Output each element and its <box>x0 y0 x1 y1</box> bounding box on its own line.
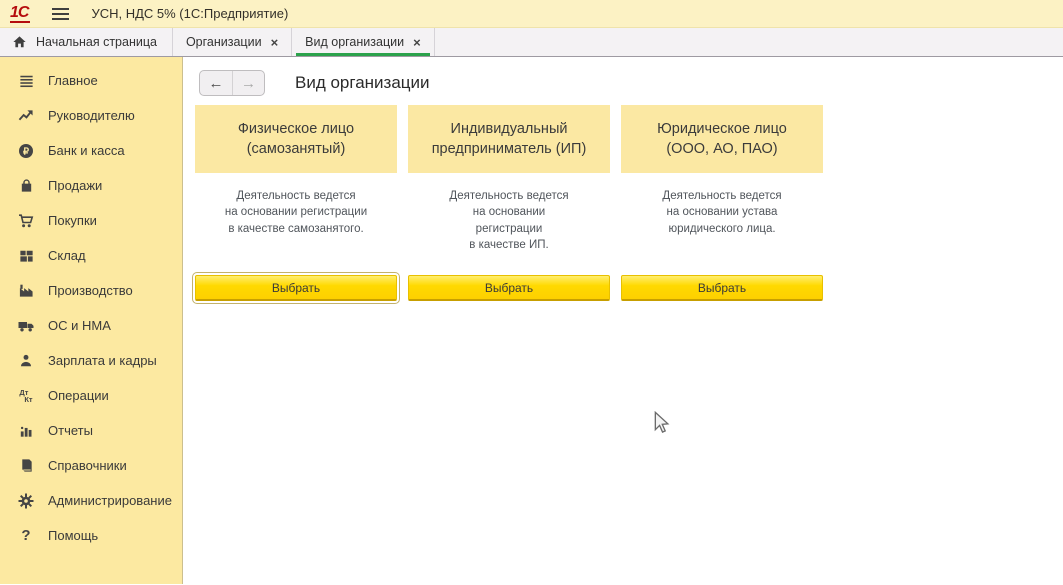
select-button-individualny-predprinimatel[interactable]: Выбрать <box>408 275 610 301</box>
card-description: Деятельность ведется на основании устава… <box>621 188 823 237</box>
tab-bar: Начальная страница Организации × Вид орг… <box>0 28 1063 57</box>
question-icon: ? <box>16 527 36 545</box>
sidebar-item-glavnoe[interactable]: Главное <box>0 63 182 98</box>
sidebar-item-label: Отчеты <box>48 423 93 438</box>
sidebar-item-label: Администрирование <box>48 493 172 508</box>
sidebar: Главное Руководителю ₽ Банк и касса Прод… <box>0 57 183 584</box>
debit-credit-icon: ДтКт <box>16 387 36 405</box>
tab-organizatsii[interactable]: Организации × <box>173 28 292 56</box>
sidebar-item-label: Операции <box>48 388 109 403</box>
forward-button[interactable]: → <box>232 71 264 95</box>
sidebar-item-label: ОС и НМА <box>48 318 111 333</box>
book-icon <box>16 457 36 475</box>
home-tab-label: Начальная страница <box>36 35 157 49</box>
title-bar: 1С УСН, НДС 5% (1С:Предприятие) <box>0 0 1063 28</box>
tab-label: Вид организации <box>305 35 404 49</box>
main-menu-icon[interactable] <box>52 8 69 20</box>
sidebar-item-label: Склад <box>48 248 86 263</box>
sidebar-item-label: Продажи <box>48 178 102 193</box>
tab-close-icon[interactable]: × <box>271 36 279 49</box>
back-button[interactable]: ← <box>200 71 232 95</box>
content-area: ← → Вид организации Физическое лицо (сам… <box>183 57 1063 584</box>
card-header: Физическое лицо (самозанятый) <box>195 105 397 173</box>
home-tab[interactable]: Начальная страница <box>0 28 173 56</box>
card-header: Индивидуальный предприниматель (ИП) <box>408 105 610 173</box>
card-description: Деятельность ведется на основании регист… <box>408 188 610 253</box>
card-header: Юридическое лицо (ООО, АО, ПАО) <box>621 105 823 173</box>
tab-label: Организации <box>186 35 262 49</box>
shopping-bag-icon <box>16 177 36 195</box>
sidebar-item-operatsii[interactable]: ДтКт Операции <box>0 378 182 413</box>
card-description: Деятельность ведется на основании регист… <box>195 188 397 237</box>
person-icon <box>16 352 36 370</box>
select-button-yuridicheskoe-litso[interactable]: Выбрать <box>621 275 823 301</box>
sidebar-item-proizvodstvo[interactable]: Производство <box>0 273 182 308</box>
home-icon <box>12 35 27 49</box>
sidebar-item-label: Банк и касса <box>48 143 125 158</box>
truck-icon <box>16 317 36 335</box>
sidebar-item-label: Главное <box>48 73 98 88</box>
card-fizicheskoe-litso: Физическое лицо (самозанятый) Деятельнос… <box>195 105 397 301</box>
tab-close-icon[interactable]: × <box>413 36 421 49</box>
sidebar-item-pomoshch[interactable]: ? Помощь <box>0 518 182 553</box>
sidebar-item-label: Справочники <box>48 458 127 473</box>
trend-chart-icon <box>16 107 36 125</box>
sidebar-item-label: Покупки <box>48 213 97 228</box>
sidebar-item-zarplata-i-kadry[interactable]: Зарплата и кадры <box>0 343 182 378</box>
sidebar-item-rukovoditelyu[interactable]: Руководителю <box>0 98 182 133</box>
sidebar-item-os-i-nma[interactable]: ОС и НМА <box>0 308 182 343</box>
menu-lines-icon <box>16 72 36 90</box>
card-individualny-predprinimatel: Индивидуальный предприниматель (ИП) Деят… <box>408 105 610 301</box>
1c-logo-icon: 1С <box>10 5 30 23</box>
sidebar-item-pokupki[interactable]: Покупки <box>0 203 182 238</box>
card-yuridicheskoe-litso: Юридическое лицо (ООО, АО, ПАО) Деятельн… <box>621 105 823 301</box>
sidebar-item-sklad[interactable]: Склад <box>0 238 182 273</box>
sidebar-item-administrirovanie[interactable]: Администрирование <box>0 483 182 518</box>
app-window: 1С УСН, НДС 5% (1С:Предприятие) Начальна… <box>0 0 1063 585</box>
bar-chart-icon <box>16 422 36 440</box>
sidebar-item-spravochniki[interactable]: Справочники <box>0 448 182 483</box>
sidebar-item-prodazhi[interactable]: Продажи <box>0 168 182 203</box>
sidebar-item-otchety[interactable]: Отчеты <box>0 413 182 448</box>
select-button-fizicheskoe-litso[interactable]: Выбрать <box>195 275 397 301</box>
warehouse-boxes-icon <box>16 247 36 265</box>
window-title: УСН, НДС 5% (1С:Предприятие) <box>91 6 288 21</box>
gear-icon <box>16 492 36 510</box>
sidebar-item-label: Помощь <box>48 528 98 543</box>
tab-vid-organizatsii[interactable]: Вид организации × <box>292 28 435 56</box>
page-title: Вид организации <box>295 73 430 93</box>
history-nav: ← → <box>199 70 265 96</box>
ruble-circle-icon: ₽ <box>16 142 36 160</box>
content-header: ← → Вид организации <box>199 70 1063 96</box>
sidebar-item-label: Руководителю <box>48 108 135 123</box>
sidebar-item-bank-i-kassa[interactable]: ₽ Банк и касса <box>0 133 182 168</box>
sidebar-item-label: Зарплата и кадры <box>48 353 157 368</box>
factory-icon <box>16 282 36 300</box>
shopping-cart-icon <box>16 212 36 230</box>
sidebar-item-label: Производство <box>48 283 133 298</box>
organization-type-cards: Физическое лицо (самозанятый) Деятельнос… <box>195 105 1063 301</box>
svg-text:₽: ₽ <box>23 146 30 157</box>
